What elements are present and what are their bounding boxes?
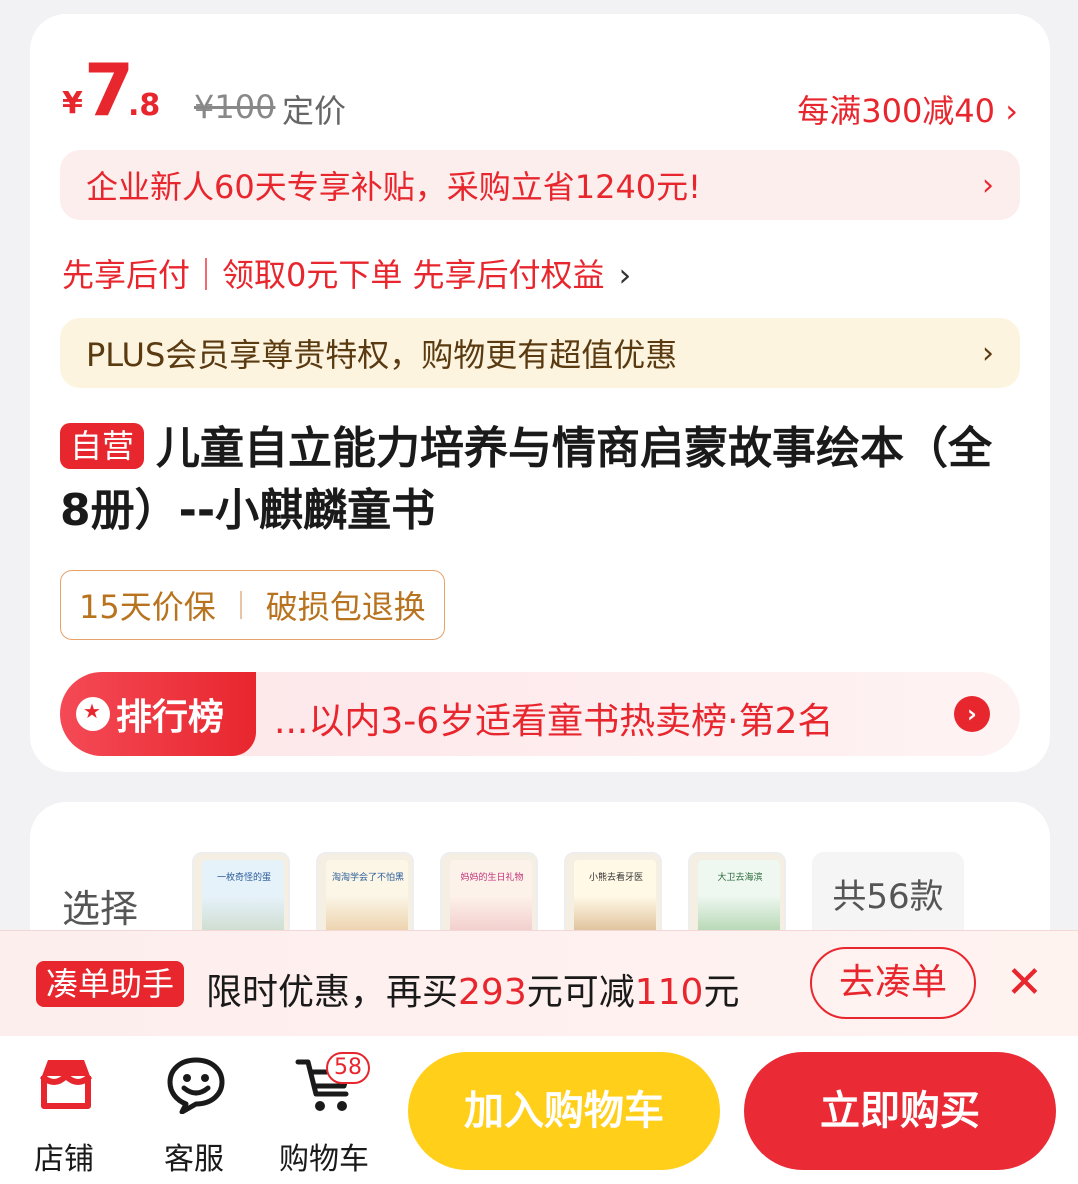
bnpl-link[interactable]: 先享后付｜领取0元下单 先享后付权益 › — [62, 250, 631, 296]
original-price: ¥100 — [194, 88, 276, 126]
customer-service-label: 客服 — [164, 1142, 224, 1177]
chevron-right-icon: › — [1005, 92, 1018, 130]
ranking-badge-label: 排行榜 — [116, 697, 225, 738]
helper-text-mid: 元可减 — [526, 972, 635, 1013]
price-protect-tag: 15天价保 — [79, 588, 216, 626]
plus-text: PLUS会员享尊贵特权，购物更有超值优惠 — [86, 336, 678, 374]
variant-thumb[interactable]: 小熊去看牙医 — [564, 852, 662, 942]
ranking-banner[interactable]: 排行榜 ...以内3-6岁适看童书热卖榜·第2名 › — [60, 672, 1020, 756]
ranking-badge: 排行榜 — [60, 672, 256, 756]
variant-thumb-title: 一枚奇怪的蛋 — [216, 873, 271, 883]
price-decimal: .8 — [128, 88, 161, 123]
bnpl-text: 先享后付｜领取0元下单 先享后付权益 — [62, 256, 605, 294]
promo-text: 每满300减40 — [797, 92, 996, 130]
trophy-icon — [76, 697, 110, 731]
variant-thumb-title: 大卫去海滨 — [717, 873, 763, 883]
helper-text-suffix: 元 — [703, 972, 740, 1013]
chevron-right-icon: › — [982, 167, 994, 203]
helper-discount: 110 — [634, 972, 704, 1013]
chat-smile-icon — [167, 1057, 225, 1114]
variant-thumb[interactable]: 淘淘学会了不怕黑 — [316, 852, 414, 942]
variant-thumb-title: 淘淘学会了不怕黑 — [332, 873, 405, 883]
variant-count[interactable]: 共56款 — [812, 852, 964, 942]
bundle-button[interactable]: 去凑单 — [810, 947, 976, 1019]
divider — [239, 591, 242, 619]
bottom-action-bar: 店铺 客服 58 购物车 加入购物车 立即购买 — [0, 1036, 1078, 1184]
price-integer: 7 — [84, 48, 135, 132]
product-title-block: 自营 儿童自立能力培养与情商启蒙故事绘本（全8册）--小麒麟童书 — [60, 418, 1020, 542]
add-to-cart-button[interactable]: 加入购物车 — [408, 1052, 720, 1170]
damage-return-tag: 破损包退换 — [265, 588, 426, 626]
variant-thumb-title: 小熊去看牙医 — [588, 873, 643, 883]
variant-thumb[interactable]: 妈妈的生日礼物 — [440, 852, 538, 942]
arrow-right-circle-icon: › — [954, 696, 990, 732]
helper-text-prefix: 限时优惠，再买 — [206, 972, 459, 1013]
variant-select-label: 选择 — [62, 887, 139, 931]
close-icon[interactable]: ✕ — [1006, 955, 1043, 1011]
subsidy-banner[interactable]: 企业新人60天专享补贴，采购立省1240元! › — [60, 150, 1020, 220]
helper-tag: 凑单助手 — [36, 961, 185, 1007]
store-label: 店铺 — [34, 1142, 94, 1177]
bundle-helper-bar: 凑单助手 限时优惠，再买293元可减110元 去凑单 ✕ — [0, 930, 1078, 1036]
helper-amount: 293 — [458, 972, 527, 1013]
variant-thumb-title: 妈妈的生日礼物 — [460, 873, 524, 883]
subsidy-text: 企业新人60天专享补贴，采购立省1240元! — [86, 168, 701, 206]
ranking-text: ...以内3-6岁适看童书热卖榜·第2名 — [274, 701, 834, 742]
plus-banner[interactable]: PLUS会员享尊贵特权，购物更有超值优惠 › — [60, 318, 1020, 388]
price-row: ¥ 7 .8 ¥100 定价 每满300减40 › — [60, 50, 1020, 130]
product-title: 儿童自立能力培养与情商启蒙故事绘本（全8册）--小麒麟童书 — [60, 423, 993, 536]
chevron-right-icon: › — [618, 256, 632, 294]
variant-thumb[interactable]: 一枚奇怪的蛋 — [192, 852, 290, 942]
original-price-label: 定价 — [282, 92, 347, 130]
chevron-right-icon: › — [982, 335, 994, 371]
price-currency: ¥ — [62, 86, 83, 121]
cart-label: 购物车 — [279, 1142, 369, 1177]
service-tags[interactable]: 15天价保 破损包退换 — [60, 570, 445, 640]
helper-text: 限时优惠，再买293元可减110元 — [206, 963, 739, 1015]
variant-thumb[interactable]: 大卫去海滨 — [688, 852, 786, 942]
cart-count-badge: 58 — [326, 1052, 370, 1084]
buy-now-button[interactable]: 立即购买 — [744, 1052, 1056, 1170]
self-operated-badge: 自营 — [60, 423, 145, 469]
store-icon — [39, 1060, 93, 1109]
promo-link[interactable]: 每满300减40 › — [797, 86, 1018, 132]
